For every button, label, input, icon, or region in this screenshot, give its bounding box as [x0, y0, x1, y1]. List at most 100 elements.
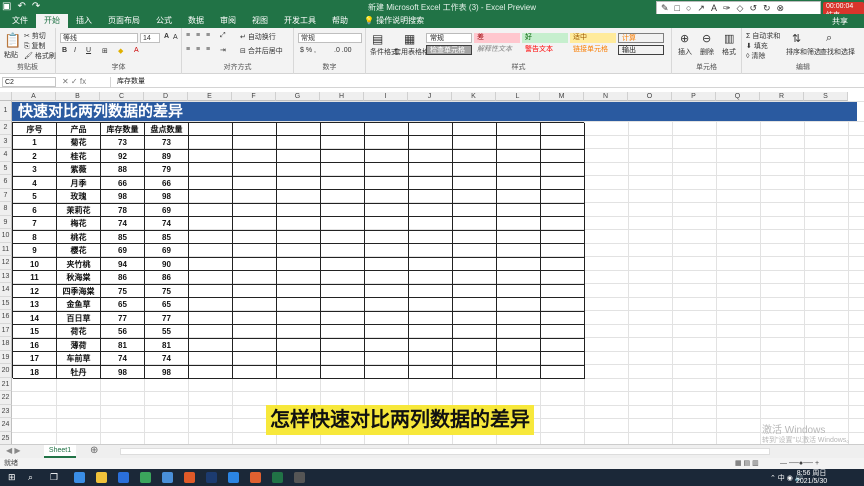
- empty-cell[interactable]: [497, 244, 541, 258]
- empty-cell[interactable]: [541, 190, 585, 204]
- table-cell[interactable]: 81: [145, 338, 189, 352]
- clear-button[interactable]: ◊ 清除: [746, 51, 765, 61]
- empty-cell[interactable]: [365, 271, 409, 285]
- column-header-m[interactable]: M: [540, 92, 584, 101]
- marker-icon[interactable]: ✑: [723, 3, 731, 14]
- empty-cell[interactable]: [365, 217, 409, 231]
- empty-cell[interactable]: [277, 230, 321, 244]
- worksheet-grid[interactable]: ABCDEFGHIJKLMNOPQRS 1 2 3 4 5 6 7 8 9 10 11 12 13 14 1…: [0, 92, 864, 444]
- table-cell[interactable]: 75: [145, 284, 189, 298]
- empty-cell[interactable]: [189, 149, 233, 163]
- empty-cell[interactable]: [453, 311, 497, 325]
- style-explanatory[interactable]: 解释性文本: [474, 45, 520, 55]
- table-cell[interactable]: 薄荷: [57, 338, 101, 352]
- menu-developer[interactable]: 开发工具: [276, 14, 324, 28]
- empty-cell[interactable]: [497, 298, 541, 312]
- table-cell[interactable]: 17: [13, 352, 57, 366]
- empty-cell[interactable]: [233, 365, 277, 379]
- empty-cell[interactable]: [453, 217, 497, 231]
- table-cell[interactable]: 紫薇: [57, 163, 101, 177]
- table-cell[interactable]: 69: [145, 203, 189, 217]
- column-header-b[interactable]: B: [56, 92, 100, 101]
- table-header-cell[interactable]: 产品: [57, 122, 101, 136]
- column-header-l[interactable]: L: [496, 92, 540, 101]
- menu-file[interactable]: 文件: [4, 14, 36, 28]
- circle-icon[interactable]: ○: [686, 3, 691, 13]
- empty-cell[interactable]: [453, 190, 497, 204]
- app-icon-5[interactable]: [294, 472, 305, 483]
- number-format-select[interactable]: 常规: [298, 33, 362, 43]
- empty-cell[interactable]: [453, 176, 497, 190]
- table-cell[interactable]: 74: [145, 352, 189, 366]
- table-header-cell[interactable]: 盘点数量: [145, 122, 189, 136]
- undo-icon[interactable]: ↶: [17, 1, 25, 12]
- empty-cell[interactable]: [365, 311, 409, 325]
- empty-cell[interactable]: [189, 190, 233, 204]
- empty-cell[interactable]: [541, 149, 585, 163]
- row-header-2[interactable]: 2: [0, 121, 12, 135]
- empty-cell[interactable]: [189, 271, 233, 285]
- empty-cell[interactable]: [233, 244, 277, 258]
- empty-cell[interactable]: [409, 190, 453, 204]
- menu-help[interactable]: 帮助: [324, 14, 356, 28]
- sort-filter-button[interactable]: 排序和筛选: [786, 47, 821, 57]
- row-header-13[interactable]: 13: [0, 269, 12, 283]
- empty-cell[interactable]: [277, 122, 321, 136]
- column-header-p[interactable]: P: [672, 92, 716, 101]
- empty-cell[interactable]: [233, 190, 277, 204]
- column-header-i[interactable]: I: [364, 92, 408, 101]
- empty-cell[interactable]: [497, 352, 541, 366]
- empty-cell[interactable]: [277, 257, 321, 271]
- file-explorer-icon[interactable]: [96, 472, 107, 483]
- empty-cell[interactable]: [497, 136, 541, 150]
- table-cell[interactable]: 55: [145, 325, 189, 339]
- empty-cell[interactable]: [277, 244, 321, 258]
- empty-cell[interactable]: [409, 271, 453, 285]
- sheet-banner-title[interactable]: 快速对比两列数据的差异: [12, 102, 857, 121]
- empty-cell[interactable]: [409, 203, 453, 217]
- row-header-9[interactable]: 9: [0, 215, 12, 229]
- empty-cell[interactable]: [365, 298, 409, 312]
- empty-cell[interactable]: [541, 352, 585, 366]
- screen-recorder-toolbar[interactable]: ✎ □ ○ ↗ A ✑ ◇ ↺ ↻ ⊗: [656, 1, 821, 15]
- empty-cell[interactable]: [277, 352, 321, 366]
- table-cell[interactable]: 夹竹桃: [57, 257, 101, 271]
- row-header-25[interactable]: 25: [0, 431, 12, 444]
- empty-cell[interactable]: [497, 311, 541, 325]
- paste-button[interactable]: 粘贴: [4, 50, 18, 60]
- empty-cell[interactable]: [541, 163, 585, 177]
- empty-cell[interactable]: [233, 284, 277, 298]
- empty-cell[interactable]: [189, 365, 233, 379]
- table-header-cell[interactable]: 库存数量: [101, 122, 145, 136]
- column-header-k[interactable]: K: [452, 92, 496, 101]
- empty-cell[interactable]: [497, 122, 541, 136]
- empty-cell[interactable]: [365, 338, 409, 352]
- column-header-e[interactable]: E: [188, 92, 232, 101]
- sort-filter-icon[interactable]: ⇅: [792, 32, 801, 45]
- table-cell[interactable]: 75: [101, 284, 145, 298]
- empty-cell[interactable]: [453, 325, 497, 339]
- fill-button[interactable]: ⬇ 填充: [746, 41, 768, 51]
- table-cell[interactable]: 荷花: [57, 325, 101, 339]
- empty-cell[interactable]: [497, 190, 541, 204]
- table-cell[interactable]: 74: [101, 352, 145, 366]
- empty-cell[interactable]: [321, 176, 365, 190]
- table-cell[interactable]: 4: [13, 176, 57, 190]
- table-cell[interactable]: 56: [101, 325, 145, 339]
- row-header-24[interactable]: 24: [0, 418, 12, 432]
- find-select-icon[interactable]: ⌕: [826, 32, 832, 45]
- border-icon[interactable]: ⊞: [102, 47, 108, 55]
- delete-cells-button[interactable]: 删除: [700, 47, 714, 57]
- cut-button[interactable]: ✂ 剪切: [24, 31, 46, 41]
- table-cell[interactable]: 18: [13, 365, 57, 379]
- empty-cell[interactable]: [453, 365, 497, 379]
- empty-cell[interactable]: [409, 365, 453, 379]
- indent-icon[interactable]: ⇥: [220, 46, 226, 54]
- empty-cell[interactable]: [189, 338, 233, 352]
- empty-cell[interactable]: [189, 244, 233, 258]
- row-header-6[interactable]: 6: [0, 175, 12, 189]
- empty-cell[interactable]: [453, 352, 497, 366]
- style-neutral[interactable]: 适中: [570, 33, 616, 43]
- empty-cell[interactable]: [497, 271, 541, 285]
- table-cell[interactable]: 77: [145, 311, 189, 325]
